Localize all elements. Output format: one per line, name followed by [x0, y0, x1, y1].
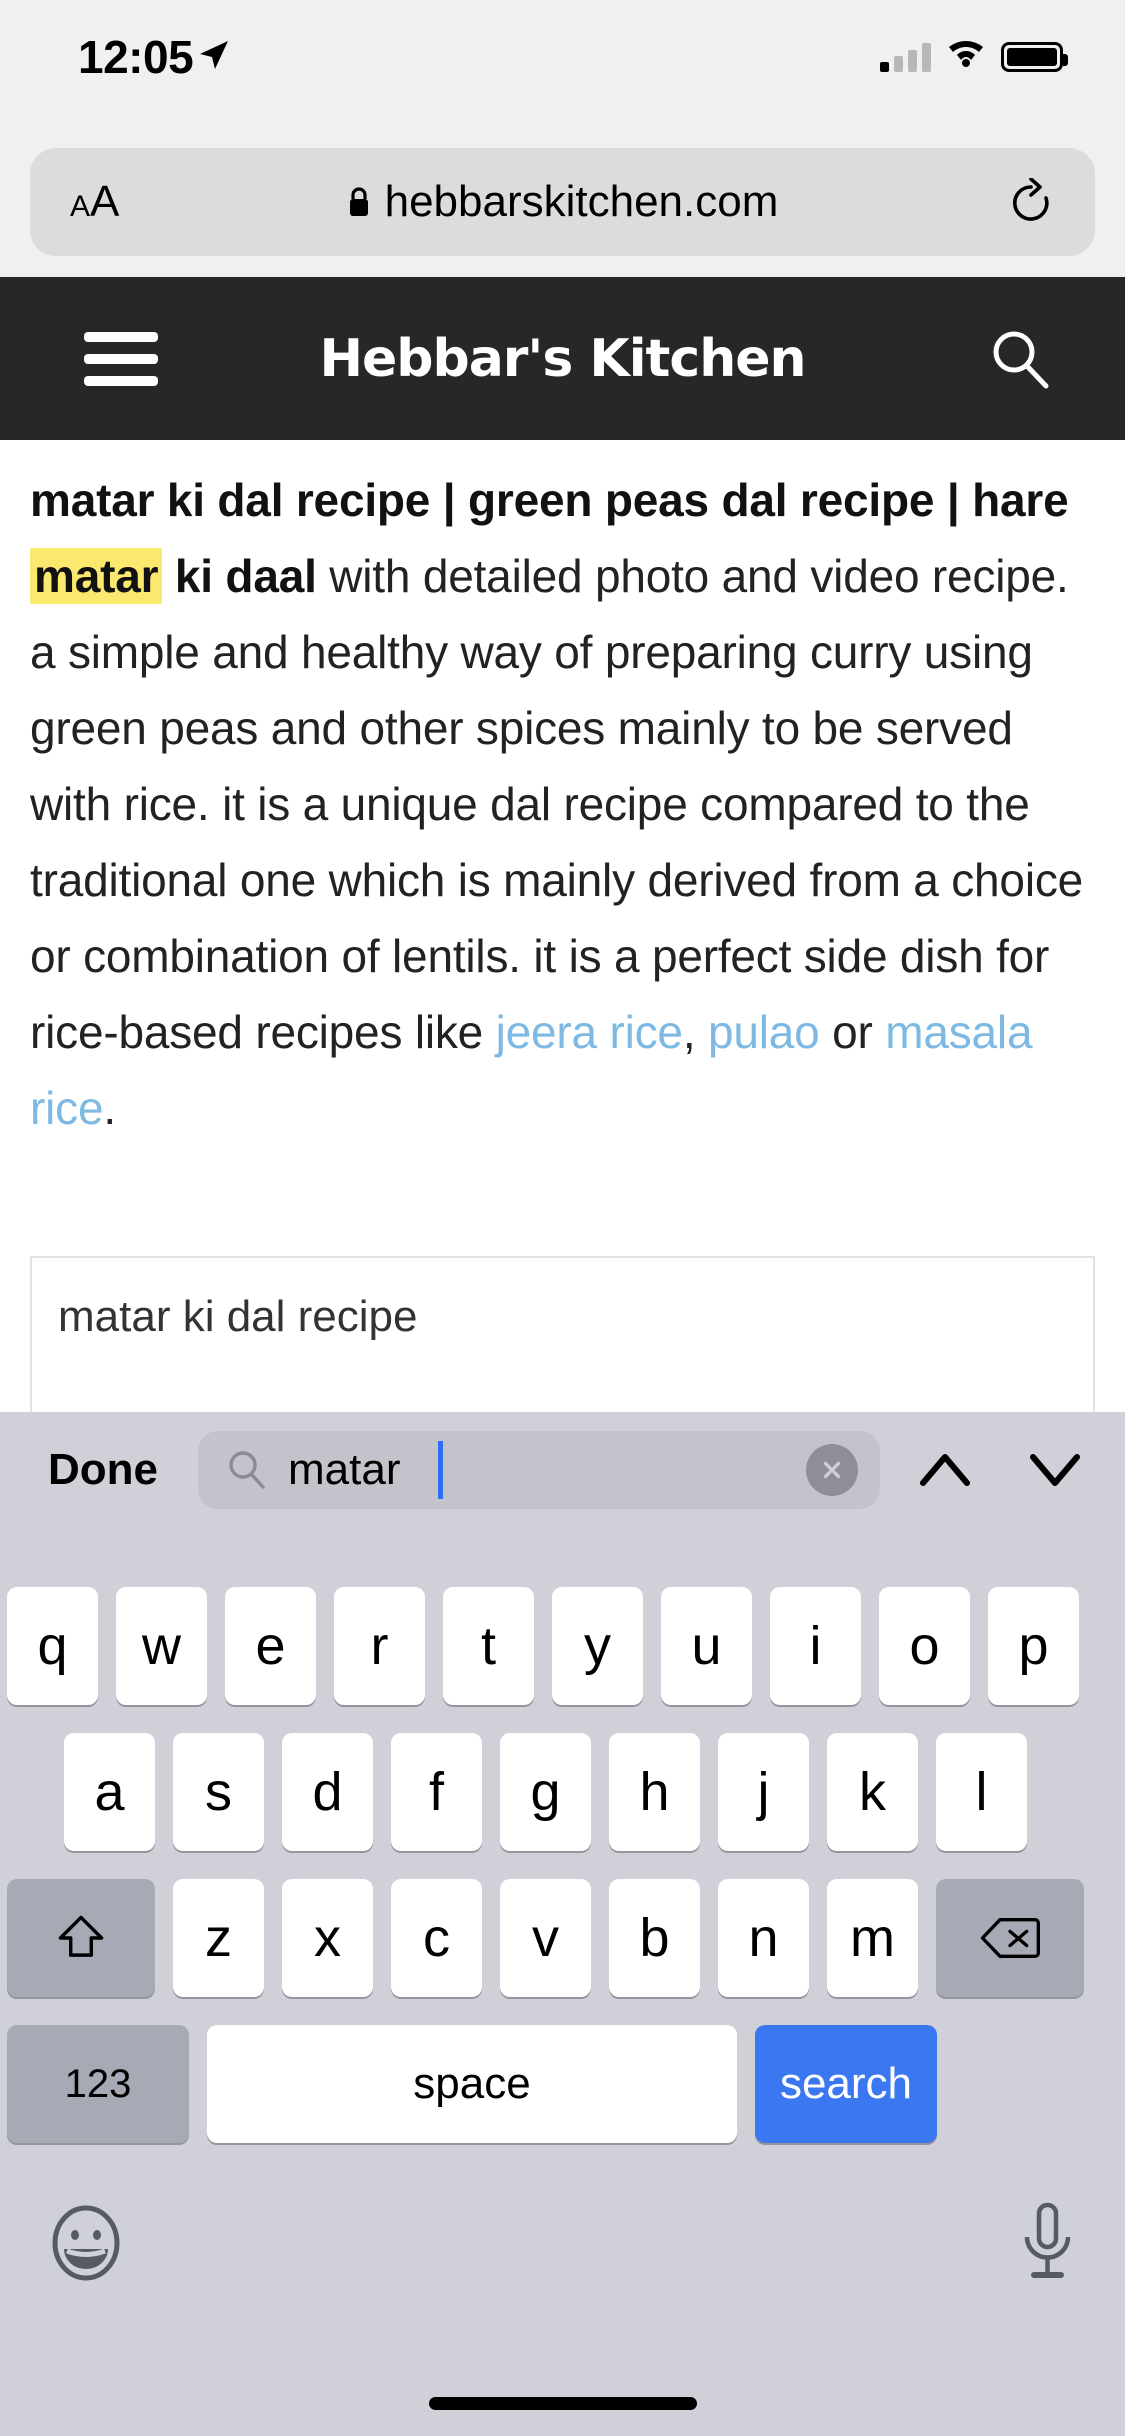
- key-r[interactable]: r: [334, 1587, 425, 1705]
- location-arrow-icon: [196, 38, 230, 72]
- keyboard-row-1: q w e r t y u i o p: [7, 1587, 1079, 1705]
- address-bar[interactable]: AA hebbarskitchen.com: [30, 148, 1095, 256]
- key-c[interactable]: c: [391, 1879, 482, 1997]
- key-x[interactable]: x: [282, 1879, 373, 1997]
- battery-full-icon: [1001, 42, 1068, 72]
- recipe-search-box-text: matar ki dal recipe: [58, 1292, 418, 1341]
- search-key[interactable]: search: [755, 2025, 937, 2143]
- text-caret: [438, 1440, 443, 1499]
- article-content: matar ki dal recipe | green peas dal rec…: [0, 440, 1125, 1134]
- key-t[interactable]: t: [443, 1587, 534, 1705]
- key-j[interactable]: j: [718, 1733, 809, 1851]
- keyboard-row-3: z x c v b n m: [7, 1879, 1084, 1997]
- key-d[interactable]: d: [282, 1733, 373, 1851]
- key-z[interactable]: z: [173, 1879, 264, 1997]
- lock-icon: [347, 186, 371, 218]
- find-input-value: matar: [288, 1444, 401, 1494]
- key-m[interactable]: m: [827, 1879, 918, 1997]
- signal-bars-icon: [880, 42, 931, 72]
- shift-key[interactable]: [7, 1879, 155, 1997]
- status-bar-indicators: [880, 35, 1068, 72]
- search-highlight: matar: [30, 548, 163, 604]
- status-bar-time: 12:05: [78, 31, 194, 83]
- search-icon[interactable]: [989, 328, 1051, 390]
- link-pulao[interactable]: pulao: [708, 1006, 820, 1058]
- key-h[interactable]: h: [609, 1733, 700, 1851]
- shift-arrow-icon: [58, 1915, 104, 1957]
- key-p[interactable]: p: [988, 1587, 1079, 1705]
- search-icon: [228, 1450, 266, 1490]
- site-header: Hebbar's Kitchen: [0, 277, 1125, 440]
- key-n[interactable]: n: [718, 1879, 809, 1997]
- key-k[interactable]: k: [827, 1733, 918, 1851]
- clear-icon[interactable]: [806, 1443, 858, 1496]
- status-bar: 12:05: [0, 0, 1125, 132]
- recipe-search-box[interactable]: matar ki dal recipe: [30, 1256, 1095, 1416]
- key-o[interactable]: o: [879, 1587, 970, 1705]
- article-bold-lead-2: ki daal: [162, 550, 317, 602]
- article-separator-1: ,: [682, 1006, 708, 1058]
- address-bar-content: hebbarskitchen.com: [30, 177, 1095, 227]
- url-text: hebbarskitchen.com: [384, 177, 779, 226]
- link-jeera-rice[interactable]: jeera rice: [496, 1006, 683, 1058]
- article-separator-2: or: [819, 1006, 886, 1058]
- key-f[interactable]: f: [391, 1733, 482, 1851]
- article-bold-lead-1: matar ki dal recipe | green peas dal rec…: [30, 474, 1069, 526]
- key-q[interactable]: q: [7, 1587, 98, 1705]
- key-y[interactable]: y: [552, 1587, 643, 1705]
- emoji-smiley-icon[interactable]: [48, 2205, 124, 2281]
- key-i[interactable]: i: [770, 1587, 861, 1705]
- find-in-page-bar: Done matar: [0, 1412, 1125, 1527]
- space-key[interactable]: space: [207, 2025, 737, 2143]
- iphone-screen: 12:05 AA hebbarskitchen.com Hebbar's Kit…: [0, 0, 1125, 2436]
- site-title: Hebbar's Kitchen: [319, 328, 806, 389]
- article-body-end: .: [103, 1082, 116, 1134]
- key-l[interactable]: l: [936, 1733, 1027, 1851]
- key-w[interactable]: w: [116, 1587, 207, 1705]
- reload-icon[interactable]: [1009, 177, 1053, 226]
- chevron-down-icon[interactable]: [1027, 1447, 1083, 1493]
- home-indicator-bar: [428, 2397, 697, 2410]
- key-b[interactable]: b: [609, 1879, 700, 1997]
- chevron-up-icon[interactable]: [917, 1447, 973, 1493]
- key-e[interactable]: e: [225, 1587, 316, 1705]
- numbers-key[interactable]: 123: [7, 2025, 189, 2143]
- key-g[interactable]: g: [500, 1733, 591, 1851]
- wifi-icon: [945, 35, 987, 72]
- key-a[interactable]: a: [64, 1733, 155, 1851]
- done-button[interactable]: Done: [48, 1445, 158, 1495]
- backspace-key[interactable]: [936, 1879, 1084, 1997]
- article-paragraph: matar ki dal recipe | green peas dal rec…: [30, 462, 1095, 1146]
- keyboard-bottom-bar: [0, 2187, 1125, 2317]
- onscreen-keyboard: q w e r t y u i o p a s d f g h j k l z …: [0, 1527, 1125, 2436]
- article-body-text: with detailed photo and video recipe. a …: [30, 550, 1084, 1058]
- find-input[interactable]: matar: [198, 1430, 880, 1509]
- key-s[interactable]: s: [173, 1733, 264, 1851]
- key-v[interactable]: v: [500, 1879, 591, 1997]
- safari-toolbar: AA hebbarskitchen.com: [0, 132, 1125, 277]
- backspace-icon: [980, 1918, 1040, 1958]
- microphone-icon[interactable]: [1017, 2201, 1077, 2285]
- key-u[interactable]: u: [661, 1587, 752, 1705]
- keyboard-row-4: 123 space search: [7, 2025, 937, 2143]
- keyboard-row-2: a s d f g h j k l: [64, 1733, 1027, 1851]
